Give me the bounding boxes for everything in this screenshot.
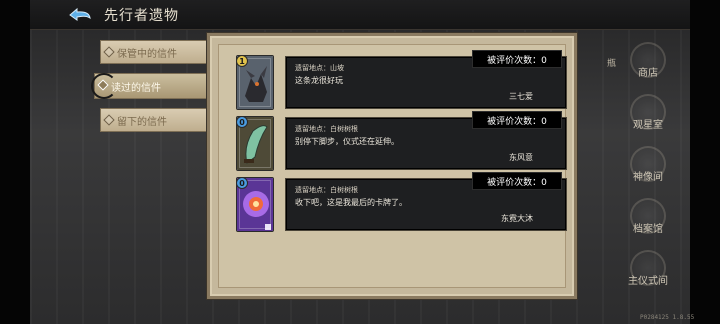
- nav-label: 神像间: [633, 172, 663, 183]
- right-letterbox: [690, 0, 720, 324]
- letter-author: 东霓大沐: [501, 214, 533, 223]
- letter-author: 东风意: [509, 153, 533, 162]
- diamond-icon: [103, 46, 115, 58]
- back-button[interactable]: [60, 0, 100, 30]
- top-bar: 先行者遗物: [30, 0, 690, 30]
- tab-label: 留下的信件: [117, 116, 167, 128]
- tab-kept-letters[interactable]: 保管中的信件: [100, 40, 210, 64]
- nav-shop[interactable]: 商店: [618, 42, 678, 92]
- letter-row[interactable]: 0 遗留地点：白树树根 别停下脚步，仪式还在延伸。 东风意 被评价次数：0: [236, 111, 566, 171]
- rating-count: 被评价次数：0: [472, 111, 562, 129]
- nav-label: 主仪式间: [628, 276, 668, 287]
- purple-orb-card-icon[interactable]: 0: [236, 177, 274, 232]
- nav-observatory[interactable]: 观星室: [618, 94, 678, 144]
- nav-statue-room[interactable]: 神像间: [618, 146, 678, 196]
- version-text: P0284125 1.8.55: [640, 314, 695, 321]
- rating-count: 被评价次数：0: [472, 172, 562, 190]
- tab-label: 读过的信件: [111, 82, 161, 94]
- letter-text: 收下吧，这是我最后的卡牌了。: [295, 198, 407, 207]
- letter-tabs: 保管中的信件 读过的信件 留下的信件: [91, 40, 210, 141]
- letter-text: 这条龙很好玩: [295, 76, 343, 85]
- letter-location: 遗留地点：白树树根: [295, 186, 358, 194]
- tab-label: 保管中的信件: [117, 48, 177, 60]
- rating-count: 被评价次数：0: [472, 50, 562, 68]
- nav-archive[interactable]: 档案馆: [618, 198, 678, 248]
- nav-label: 商店: [638, 68, 658, 79]
- right-navigation: 商店 观星室 神像间 档案馆 主仪式间: [600, 36, 690, 324]
- level-badge: 0: [237, 117, 248, 128]
- letter-location: 遗留地点：白树树根: [295, 125, 358, 133]
- letter-author: 三七爱: [509, 92, 533, 101]
- level-badge: 1: [237, 56, 248, 67]
- letter-location: 遗留地点：山坡: [295, 64, 344, 72]
- nav-label: 观星室: [633, 120, 663, 131]
- tab-left-letters[interactable]: 留下的信件: [100, 108, 210, 132]
- letter-row[interactable]: 1 遗留地点：山坡 这条龙很好玩 三七爱 被评价次数：0: [236, 50, 566, 110]
- nav-ritual-room[interactable]: 主仪式间: [618, 250, 678, 300]
- back-arrow-icon: [69, 7, 91, 21]
- dragon-card-icon[interactable]: 1: [236, 55, 274, 110]
- left-letterbox: [0, 0, 30, 324]
- level-badge: 0: [237, 178, 248, 189]
- nav-label: 档案馆: [633, 224, 663, 235]
- tab-read-letters[interactable]: 读过的信件: [91, 73, 210, 99]
- letter-row[interactable]: 0 遗留地点：白树树根 收下吧，这是我最后的卡牌了。 东霓大沐 被评价次数：0: [236, 172, 566, 232]
- letter-text: 别停下脚步，仪式还在延伸。: [295, 137, 399, 146]
- diamond-icon: [103, 114, 115, 126]
- page-title: 先行者遗物: [104, 7, 179, 24]
- sword-card-icon[interactable]: 0: [236, 116, 274, 171]
